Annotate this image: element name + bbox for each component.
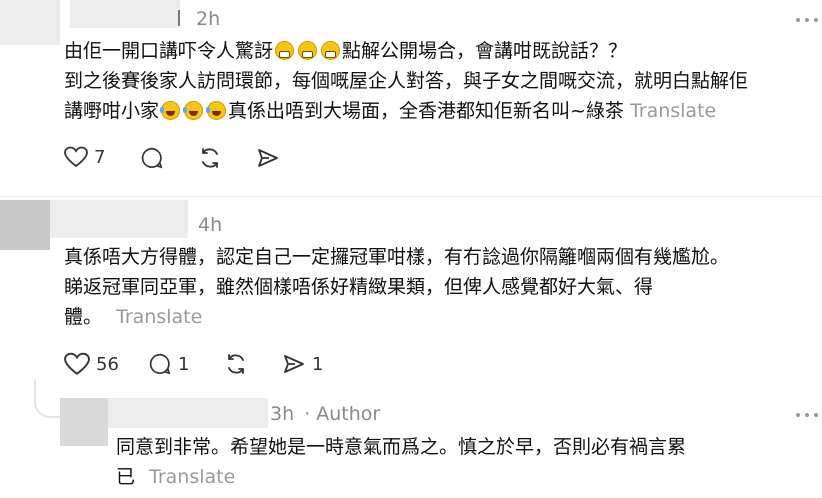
username-blurred[interactable] <box>50 200 188 238</box>
share-icon <box>258 149 278 167</box>
translate-link[interactable]: Translate <box>149 466 235 488</box>
avatar[interactable] <box>0 200 50 250</box>
share-icon <box>284 355 304 373</box>
avatar[interactable] <box>0 0 60 45</box>
share-button[interactable] <box>256 146 280 170</box>
translate-link[interactable]: Translate <box>116 306 202 328</box>
comment-line: 已 <box>116 466 136 488</box>
rofl-icon <box>160 101 181 120</box>
share-button[interactable]: 1 <box>282 352 323 376</box>
repost-icon <box>228 354 244 374</box>
heart-icon <box>64 146 88 168</box>
grimacing-face-icon <box>275 41 295 60</box>
comment-line: 由佢一開口講吓令人驚訝 <box>64 40 274 62</box>
reply-count: 1 <box>178 353 190 375</box>
timestamp: 3h <box>270 403 295 425</box>
more-icon[interactable] <box>796 18 818 24</box>
avatar[interactable] <box>60 398 108 446</box>
divider <box>178 10 180 26</box>
rofl-icon <box>206 101 227 120</box>
comment-icon <box>149 353 171 375</box>
grimacing-face-icon <box>298 41 318 60</box>
repost-button[interactable] <box>224 352 248 376</box>
translate-link[interactable]: Translate <box>630 100 716 122</box>
comment-line: 睇返冠軍同亞軍，雖然個樣唔係好精緻果類，但俾人感覺都好大氣、得 <box>64 276 654 298</box>
comment-line: 點解公開場合，會講咁既說話？？ <box>342 40 628 62</box>
reply-meta: 3h · Author <box>270 403 380 425</box>
comment-line: 真係出唔到大場面，全香港都知佢新名叫~綠茶 <box>228 100 624 122</box>
reply-button[interactable]: 1 <box>148 352 189 376</box>
comment-text: 由佢一開口講吓令人驚訝 點解公開場合，會講咁既說話？？ 到之後賽後家人訪問環節，每… <box>64 36 748 126</box>
more-icon[interactable] <box>796 413 818 419</box>
heart-icon <box>64 352 90 375</box>
comment-line: 真係唔大方得體，認定自己一定攞冠軍咁樣，有冇諗過你隔籬嗰兩個有幾尷尬。 <box>64 246 730 268</box>
comment-icon <box>141 147 163 169</box>
comment-line: 同意到非常。希望她是一時意氣而爲之。慎之於早，否則必有禍言累 <box>116 436 687 458</box>
comment-line: 到之後賽後家人訪問環節，每個嘅屋企人對答，與子女之間嘅交流，就明白點解佢 <box>64 70 749 92</box>
author-tag: · Author <box>304 403 381 425</box>
timestamp: 2h <box>196 8 221 30</box>
comment-text: 真係唔大方得體，認定自己一定攞冠軍咁樣，有冇諗過你隔籬嗰兩個有幾尷尬。 睇返冠軍… <box>64 242 729 332</box>
repost-button[interactable] <box>198 146 222 170</box>
repost-icon <box>202 148 218 168</box>
thread-connector <box>34 380 62 418</box>
timestamp: 4h <box>198 214 223 236</box>
like-count: 56 <box>96 353 119 375</box>
like-count: 7 <box>94 146 106 168</box>
comment-line: 講嘢咁小家 <box>64 100 160 122</box>
like-button[interactable]: 7 <box>64 146 105 168</box>
like-button[interactable]: 56 <box>64 352 119 376</box>
share-count: 1 <box>312 353 324 375</box>
comment-line: 體。 <box>64 306 103 328</box>
rofl-icon <box>183 101 204 120</box>
divider <box>0 196 822 197</box>
username-blurred[interactable] <box>108 398 268 428</box>
username-blurred[interactable] <box>70 0 180 28</box>
reply-button[interactable] <box>140 146 164 170</box>
comment-text: 同意到非常。希望她是一時意氣而爲之。慎之於早，否則必有禍言累 已 Translat… <box>116 432 686 492</box>
grimacing-face-icon <box>321 41 341 60</box>
